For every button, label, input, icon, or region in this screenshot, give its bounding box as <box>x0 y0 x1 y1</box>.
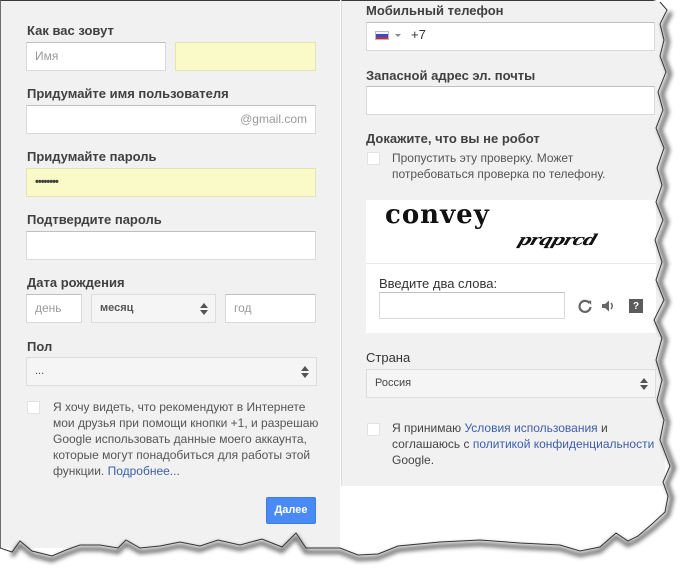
terms-prefix: Я принимаю <box>392 421 465 435</box>
gender-value: ... <box>35 365 45 377</box>
select-arrows-icon <box>640 378 648 390</box>
signup-form-screenshot: Как вас зовут Имя Придумайте имя пользов… <box>0 0 700 578</box>
password-label: Придумайте пароль <box>27 149 157 164</box>
phone-input[interactable] <box>366 22 655 51</box>
captcha-divider <box>366 263 656 264</box>
first-name-input[interactable]: Имя <box>26 42 166 71</box>
russia-flag-icon[interactable] <box>375 31 389 40</box>
birth-year-placeholder: год <box>234 301 252 315</box>
plus-one-description: Я хочу видеть, что рекомендуют в Интерне… <box>53 400 319 478</box>
plus-one-checkbox[interactable] <box>27 401 40 414</box>
backup-email-label: Запасной адрес эл. почты <box>366 68 536 83</box>
birthdate-label: Дата рождения <box>27 275 125 290</box>
help-icon[interactable]: ? <box>629 299 643 313</box>
birth-month-select[interactable]: месяц <box>91 294 216 323</box>
backup-email-input[interactable] <box>366 86 655 115</box>
confirm-password-input[interactable] <box>26 231 316 260</box>
terms-checkbox[interactable] <box>367 423 380 436</box>
gmail-suffix: @gmail.com <box>240 112 307 126</box>
learn-more-link[interactable]: Подробнее... <box>108 464 180 478</box>
captcha-word-2: prqprcd <box>515 231 599 249</box>
phone-label: Мобильный телефон <box>366 3 504 18</box>
audio-icon[interactable] <box>600 298 616 314</box>
country-code-caret-icon[interactable] <box>395 34 401 37</box>
gender-select[interactable]: ... <box>26 357 317 386</box>
name-label: Как вас зовут <box>27 23 114 38</box>
plus-one-text: Я хочу видеть, что рекомендуют в Интерне… <box>53 399 321 479</box>
captcha-word-1: convey <box>385 200 490 230</box>
skip-verification-checkbox[interactable] <box>367 152 380 165</box>
password-input[interactable]: •••••••• <box>26 168 316 197</box>
captcha-input[interactable] <box>379 292 565 319</box>
birth-month-value: месяц <box>100 302 134 314</box>
select-arrows-icon <box>200 303 208 315</box>
birth-year-input[interactable]: год <box>225 294 316 323</box>
username-input[interactable]: @gmail.com <box>26 105 316 134</box>
terms-suffix: Google. <box>392 453 435 467</box>
birth-day-input[interactable]: день <box>26 294 82 323</box>
privacy-policy-link[interactable]: политикой конфиденциальности <box>473 437 654 451</box>
country-select[interactable]: Россия <box>366 369 656 398</box>
select-arrows-icon <box>301 366 309 378</box>
first-name-placeholder: Имя <box>35 49 59 63</box>
country-value: Россия <box>375 377 412 389</box>
country-label: Страна <box>366 350 411 365</box>
gender-label: Пол <box>27 339 53 354</box>
terms-text: Я принимаю Условия использования и согла… <box>392 420 662 468</box>
birth-day-placeholder: день <box>35 301 62 315</box>
next-button[interactable]: Далее <box>266 497 316 524</box>
terms-of-use-link[interactable]: Условия использования <box>464 421 597 435</box>
last-name-input[interactable] <box>175 42 316 71</box>
reload-icon[interactable] <box>577 298 593 314</box>
username-label: Придумайте имя пользователя <box>27 86 229 101</box>
phone-country-code: +7 <box>411 27 426 42</box>
confirm-password-label: Подтвердите пароль <box>27 212 162 227</box>
captcha-input-label: Введите два слова: <box>379 276 498 291</box>
robot-label: Докажите, что вы не робот <box>366 131 540 146</box>
skip-verification-text: Пропустить эту проверку. Может потребова… <box>392 151 606 181</box>
